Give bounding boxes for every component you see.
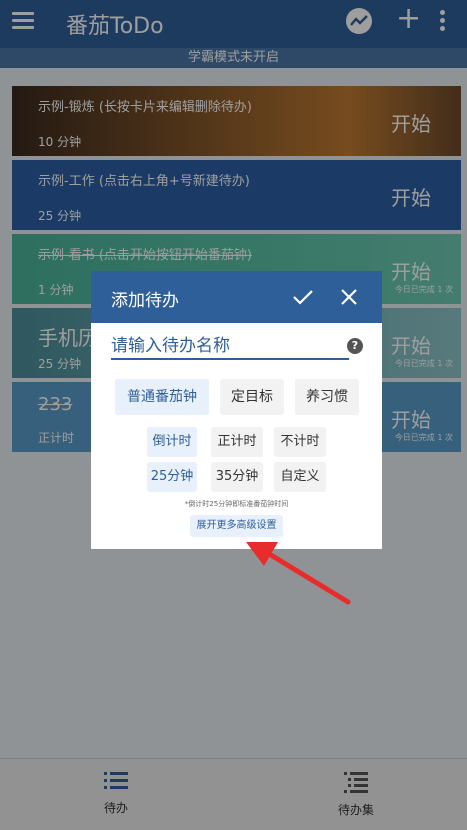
type-habit-button[interactable]: 养习惯 [295,379,359,415]
advanced-settings-button[interactable]: 展开更多高级设置 [190,515,283,537]
help-icon[interactable]: ? [347,338,363,354]
mode-countdown-chip[interactable]: 倒计时 [147,427,197,457]
todo-name-input[interactable] [111,334,349,360]
mode-no-timer-chip[interactable]: 不计时 [274,427,326,457]
timer-hint: *倒计时25分钟即标准番茄钟时间 [184,500,289,508]
confirm-check-icon[interactable] [291,285,315,309]
time-25-chip[interactable]: 25分钟 [147,462,197,492]
mode-countup-chip[interactable]: 正计时 [211,427,263,457]
dialog-title: 添加待办 [111,291,179,311]
type-goal-button[interactable]: 定目标 [220,379,284,415]
type-pomodoro-button[interactable]: 普通番茄钟 [115,379,209,415]
red-arrow-annotation [246,542,351,605]
time-35-chip[interactable]: 35分钟 [211,462,263,492]
dialog-header: 添加待办 [91,271,382,323]
add-todo-dialog: 添加待办 ? 普通番茄钟 定目标 养习惯 倒计时 正计时 不计时 25分钟 35… [91,271,382,549]
time-custom-chip[interactable]: 自定义 [274,462,326,492]
close-icon[interactable] [337,285,361,309]
